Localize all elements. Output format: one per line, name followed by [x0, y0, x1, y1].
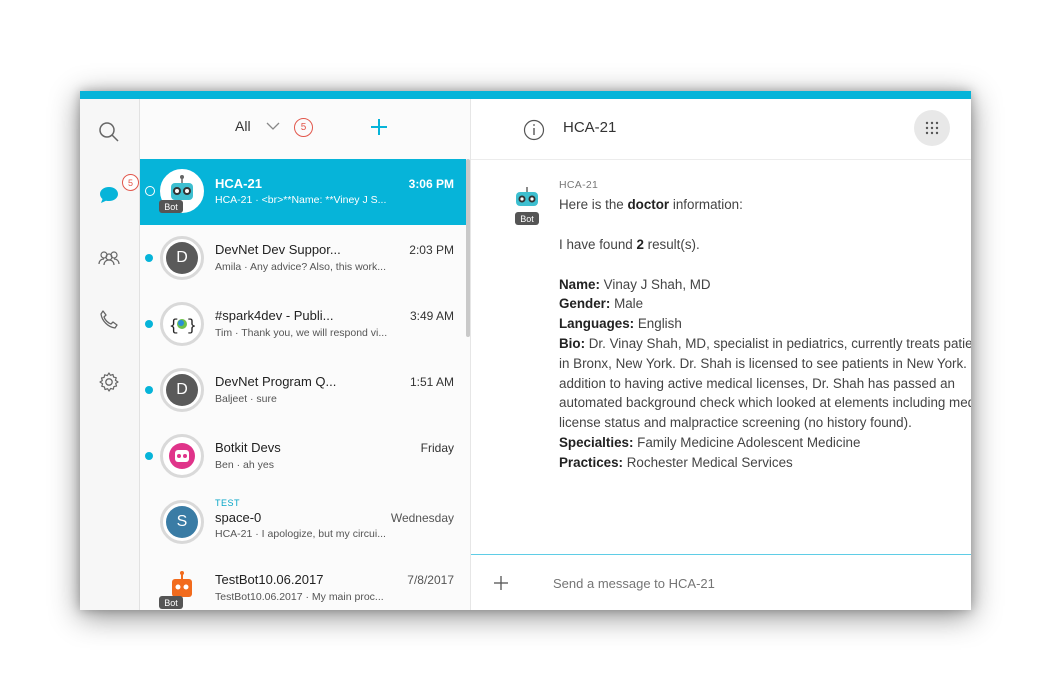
unread-indicator: [145, 386, 153, 394]
message-body: Here is the doctor information: I have f…: [559, 195, 971, 473]
field-name: Name: Vinay J Shah, MD: [559, 276, 711, 292]
item-title: DevNet Dev Suppor...: [215, 242, 341, 257]
avatar: [160, 434, 204, 478]
field-specialties: Specialties: Family Medicine Adolescent …: [559, 434, 861, 450]
list-item[interactable]: Bot TestBot10.06.2017 7/8/2017 TestBot10…: [140, 555, 466, 610]
item-preview: Amila · Any advice? Also, this work...: [215, 261, 386, 273]
item-preview: HCA-21 · I apologize, but my circui...: [215, 528, 386, 540]
item-title: DevNet Program Q...: [215, 374, 337, 389]
field-bio: Bio: Dr. Vinay Shah, MD, specialist in p…: [559, 335, 971, 431]
conversation-header: HCA-21: [471, 99, 971, 160]
item-time: 1:51 AM: [409, 375, 454, 389]
bot-badge: Bot: [515, 212, 539, 225]
space-tag: TEST: [215, 498, 241, 508]
item-title: HCA-21: [215, 176, 262, 191]
app-window: 5 All 5 Bot HCA-21 3:06 PM HCA-21 · <br>…: [80, 91, 971, 610]
list-item[interactable]: D DevNet Dev Suppor... 2:03 PM Amila · A…: [140, 225, 466, 291]
list-item[interactable]: Bot HCA-21 3:06 PM HCA-21 · <br>**Name: …: [140, 159, 466, 225]
item-title: TestBot10.06.2017: [215, 572, 324, 587]
filter-dropdown[interactable]: All: [235, 118, 251, 134]
phone-icon[interactable]: [94, 305, 124, 335]
item-preview: Tim · Thank you, we will respond vi...: [215, 327, 388, 339]
space-list: All 5 Bot HCA-21 3:06 PM HCA-21 · <br>**…: [140, 99, 471, 610]
grid-icon: [925, 121, 939, 135]
item-title: #spark4dev - Publi...: [215, 308, 334, 323]
message-input[interactable]: [553, 576, 933, 591]
people-icon[interactable]: [94, 243, 124, 273]
item-title: space-0: [215, 510, 262, 525]
title-bar: [80, 91, 971, 99]
item-preview: Ben · ah yes: [215, 459, 274, 471]
field-gender: Gender: Male: [559, 296, 644, 312]
unread-indicator: [145, 320, 153, 328]
avatar-initial: D: [166, 242, 198, 274]
avatar: S: [160, 500, 204, 544]
chat-icon[interactable]: 5: [94, 174, 139, 210]
item-time: Wednesday: [390, 511, 454, 525]
item-title: Botkit Devs: [215, 440, 281, 455]
chat-unread-badge: 5: [122, 174, 139, 191]
item-preview: TestBot10.06.2017 · My main proc...: [215, 591, 384, 603]
bot-badge: Bot: [159, 596, 183, 609]
message-result-count: I have found 2 result(s).: [559, 236, 700, 252]
field-practices: Practices: Rochester Medical Services: [559, 454, 793, 470]
item-preview: HCA-21 · <br>**Name: **Viney J S...: [215, 194, 387, 206]
gear-icon[interactable]: [94, 367, 124, 397]
list-scrollbar[interactable]: [466, 159, 470, 337]
list-item[interactable]: Botkit Devs Friday Ben · ah yes: [140, 423, 466, 489]
spark4dev-logo-icon: { }: [169, 317, 197, 335]
avatar-initial: D: [166, 374, 198, 406]
info-icon[interactable]: [523, 119, 545, 146]
svg-text:}: }: [187, 317, 197, 335]
robot-avatar-icon: [516, 187, 538, 206]
unread-indicator: [145, 254, 153, 262]
message-intro: Here is the doctor information:: [559, 197, 743, 212]
list-item[interactable]: S TEST space-0 Wednesday HCA-21 · I apol…: [140, 489, 466, 555]
list-header: All 5: [140, 99, 470, 159]
apps-button[interactable]: [914, 110, 950, 146]
conversation-pane: HCA-21 Bot HCA-21 Here is the doctor inf…: [471, 99, 971, 610]
avatar: D: [160, 368, 204, 412]
message-composer: [471, 554, 971, 610]
room-title: HCA-21: [563, 119, 617, 136]
item-time: 3:49 AM: [409, 309, 454, 323]
attach-button[interactable]: [493, 575, 509, 596]
message-sender: HCA-21: [559, 179, 599, 191]
list-item[interactable]: { } #spark4dev - Publi... 3:49 AM Tim · …: [140, 291, 466, 357]
unread-indicator: [145, 452, 153, 460]
item-time: Friday: [420, 441, 454, 455]
avatar-initial: S: [166, 506, 198, 538]
avatar: D: [160, 236, 204, 280]
item-time: 2:03 PM: [409, 243, 454, 257]
item-time: 3:06 PM: [408, 177, 454, 191]
svg-text:{: {: [169, 317, 179, 335]
unread-badge: 5: [294, 118, 313, 137]
bot-badge: Bot: [159, 200, 183, 213]
nav-rail: 5: [80, 99, 140, 610]
field-languages: Languages: English: [559, 316, 682, 332]
search-icon[interactable]: [94, 117, 124, 147]
botkit-logo-icon: [169, 443, 195, 469]
item-preview: Baljeet · sure: [215, 393, 277, 405]
avatar: { }: [160, 302, 204, 346]
item-time: 7/8/2017: [407, 573, 454, 587]
read-indicator: [145, 186, 155, 196]
list-item[interactable]: D DevNet Program Q... 1:51 AM Baljeet · …: [140, 357, 466, 423]
chevron-down-icon[interactable]: [265, 119, 281, 137]
message-avatar: Bot: [513, 187, 541, 225]
add-space-button[interactable]: [369, 117, 389, 142]
